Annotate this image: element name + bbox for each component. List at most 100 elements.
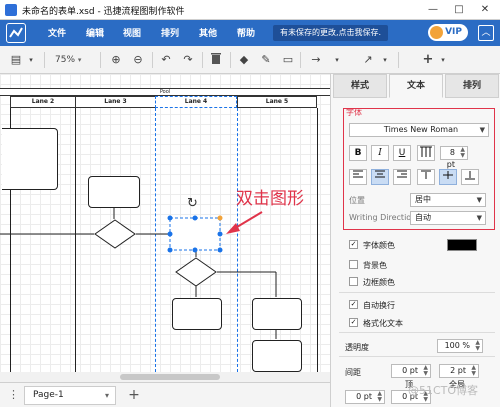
- menu-edit[interactable]: 编辑: [86, 26, 104, 39]
- vertical-text-icon[interactable]: [417, 145, 435, 161]
- align-right-icon[interactable]: [393, 169, 411, 185]
- border-color-checkbox[interactable]: [349, 277, 358, 286]
- collapse-ribbon-button[interactable]: ︿: [478, 25, 494, 41]
- window-title: 未命名的表单.xsd - 迅捷流程图制作软件: [22, 7, 185, 17]
- redo-icon[interactable]: ↷: [180, 52, 196, 68]
- spinner-icon[interactable]: ▲ ▼: [423, 365, 428, 377]
- undo-icon[interactable]: ↶: [158, 52, 174, 68]
- background-color-label: 背景色: [363, 261, 387, 270]
- add-page-button[interactable]: +: [126, 386, 142, 404]
- decision-shape: [175, 257, 217, 287]
- spacing-top-input[interactable]: 0 pt ▲ ▼: [391, 364, 431, 378]
- tab-arrange[interactable]: 排列: [445, 74, 499, 98]
- menu-arrange[interactable]: 排列: [161, 26, 179, 39]
- rotate-handle-icon[interactable]: ↻: [187, 196, 198, 211]
- format-panel: 样式 文本 排列 字体 Times New Roman ▼ B I U 8 pt…: [330, 74, 500, 407]
- align-bottom-icon[interactable]: [461, 169, 479, 185]
- writing-direction-select[interactable]: 自动 ▼: [410, 211, 486, 225]
- panel-toggle-dropdown-icon[interactable]: ▾: [26, 52, 36, 68]
- waypoint-icon[interactable]: ↗: [358, 52, 378, 68]
- vip-label: VIP: [445, 27, 462, 37]
- font-color-checkbox[interactable]: ✓: [349, 240, 358, 249]
- diagram-canvas[interactable]: Pool Lane 2 Lane 3 Lane 4 Lane 5 ↻: [0, 74, 330, 382]
- format-panel-tabs: 样式 文本 排列: [331, 74, 500, 98]
- shadow-icon[interactable]: ▭: [280, 52, 296, 68]
- unsaved-changes-notice[interactable]: 有未保存的更改,点击我保存.: [273, 25, 388, 41]
- position-value: 居中: [415, 195, 431, 204]
- menu-file[interactable]: 文件: [48, 26, 66, 39]
- font-color-swatch[interactable]: [447, 239, 477, 251]
- app-logo-icon: [6, 23, 26, 43]
- bold-button[interactable]: B: [349, 145, 367, 161]
- window-title-bar: 未命名的表单.xsd - 迅捷流程图制作软件 — □ ✕: [0, 0, 500, 20]
- opacity-label: 透明度: [345, 343, 369, 352]
- maximize-button[interactable]: □: [448, 2, 470, 18]
- font-color-label: 字体颜色: [363, 241, 395, 250]
- delete-icon[interactable]: [208, 52, 224, 68]
- position-select[interactable]: 居中 ▼: [410, 193, 486, 207]
- position-label: 位置: [349, 196, 365, 205]
- background-color-checkbox[interactable]: [349, 260, 358, 269]
- more-pages-icon[interactable]: ⋮: [8, 388, 20, 401]
- spinner-icon[interactable]: ▲ ▼: [377, 391, 382, 403]
- menu-view[interactable]: 视图: [123, 26, 141, 39]
- spacing-left-input[interactable]: 0 pt ▲ ▼: [345, 390, 385, 404]
- watermark: @51CTO博客: [408, 384, 479, 397]
- zoom-in-icon[interactable]: ⊕: [108, 52, 124, 68]
- panel-divider: [339, 356, 495, 357]
- panel-divider: [339, 292, 495, 293]
- chevron-down-icon: ▼: [476, 214, 482, 222]
- zoom-value: 75%: [55, 55, 76, 65]
- page-tab-dropdown-icon[interactable]: ▾: [105, 387, 109, 404]
- insert-dropdown-icon[interactable]: ▾: [438, 52, 448, 68]
- menu-bar: 文件 编辑 视图 排列 其他 帮助 有未保存的更改,点击我保存. VIP ︿: [0, 20, 500, 46]
- font-family-select[interactable]: Times New Roman ▼: [349, 123, 489, 137]
- spinner-icon[interactable]: ▲ ▼: [471, 365, 476, 377]
- zoom-select[interactable]: 75% ▾: [55, 52, 93, 68]
- minimize-button[interactable]: —: [422, 2, 444, 18]
- scrollbar-thumb[interactable]: [120, 374, 220, 380]
- font-group-label: 字体: [346, 108, 362, 117]
- spinner-icon[interactable]: ▲ ▼: [475, 340, 480, 352]
- font-family-value: Times New Roman: [383, 125, 459, 134]
- word-wrap-checkbox[interactable]: ✓: [349, 300, 358, 309]
- close-window-button[interactable]: ✕: [474, 2, 496, 18]
- zoom-out-icon[interactable]: ⊖: [130, 52, 146, 68]
- spinner-icon[interactable]: ▲ ▼: [460, 147, 465, 159]
- align-top-icon[interactable]: [417, 169, 435, 185]
- opacity-input[interactable]: 100 % ▲ ▼: [437, 339, 483, 353]
- toolbar-divider: [202, 52, 203, 68]
- tab-style[interactable]: 样式: [333, 74, 387, 98]
- toolbar-divider: [398, 52, 399, 68]
- annotation-double-click: 双击图形: [236, 189, 304, 209]
- word-wrap-label: 自动换行: [363, 301, 395, 310]
- panel-divider: [339, 332, 495, 333]
- fill-color-icon[interactable]: ◆: [236, 52, 252, 68]
- vip-button[interactable]: VIP: [428, 24, 468, 41]
- align-left-icon[interactable]: [349, 169, 367, 185]
- vip-badge-icon: [430, 26, 443, 39]
- border-color-label: 边框颜色: [363, 278, 395, 287]
- line-color-icon[interactable]: ✎: [258, 52, 274, 68]
- tab-text[interactable]: 文本: [389, 74, 443, 98]
- underline-button[interactable]: U: [393, 145, 411, 161]
- connector-icon[interactable]: →: [306, 52, 326, 68]
- writing-direction-value: 自动: [415, 213, 431, 222]
- page-tab[interactable]: Page-1 ▾: [24, 386, 116, 405]
- waypoint-dropdown-icon[interactable]: ▾: [380, 52, 390, 68]
- formatted-text-label: 格式化文本: [363, 319, 403, 328]
- connector-dropdown-icon[interactable]: ▾: [332, 52, 342, 68]
- spacing-global-input[interactable]: 2 pt ▲ ▼: [439, 364, 479, 378]
- panel-toggle-icon[interactable]: ▤: [8, 52, 24, 68]
- font-size-input[interactable]: 8 pt ▲ ▼: [440, 146, 468, 169]
- formatted-text-checkbox[interactable]: ✓: [349, 318, 358, 327]
- toolbar-divider: [152, 52, 153, 68]
- italic-button[interactable]: I: [371, 145, 389, 161]
- toolbar-divider: [44, 52, 45, 68]
- horizontal-scrollbar[interactable]: [0, 372, 330, 382]
- menu-help[interactable]: 帮助: [237, 26, 255, 39]
- align-middle-icon[interactable]: [439, 169, 457, 185]
- align-center-icon[interactable]: [371, 169, 389, 185]
- menu-other[interactable]: 其他: [199, 26, 217, 39]
- insert-icon[interactable]: +: [420, 52, 436, 68]
